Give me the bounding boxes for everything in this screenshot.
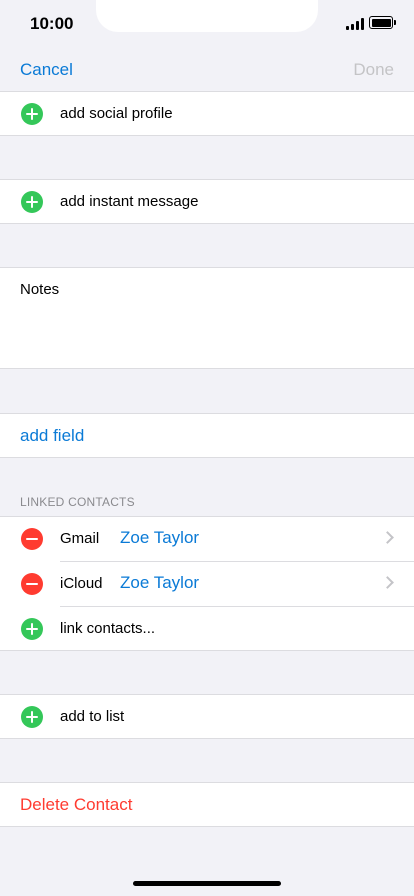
minus-circle-icon[interactable] — [21, 573, 43, 595]
delete-contact-button[interactable]: Delete Contact — [20, 795, 132, 815]
home-indicator[interactable] — [133, 881, 281, 886]
delete-contact-section: Delete Contact — [0, 782, 414, 827]
instant-message-section: add instant message — [0, 179, 414, 224]
plus-circle-icon[interactable] — [21, 706, 43, 728]
add-social-profile-row[interactable]: add social profile — [0, 92, 414, 136]
chevron-right-icon — [381, 531, 394, 544]
link-contacts-row[interactable]: link contacts... — [0, 607, 414, 651]
add-social-profile-label: add social profile — [60, 105, 173, 122]
link-contacts-label: link contacts... — [60, 620, 156, 637]
linked-contacts-section: Gmail Zoe Taylor iCloud Zoe Taylor link … — [0, 516, 414, 651]
add-to-list-section: add to list — [0, 694, 414, 739]
plus-circle-icon[interactable] — [21, 618, 43, 640]
add-field-row[interactable]: add field — [0, 414, 414, 458]
cellular-signal-icon — [346, 17, 365, 30]
linked-contact-name: Zoe Taylor — [120, 528, 200, 547]
social-profile-section: add social profile — [0, 91, 414, 136]
status-bar: 10:00 — [0, 0, 414, 48]
notch — [96, 0, 318, 32]
notes-label: Notes — [20, 281, 60, 298]
status-time: 10:00 — [30, 14, 74, 33]
add-to-list-row[interactable]: add to list — [0, 695, 414, 739]
linked-contacts-header: LINKED CONTACTS — [20, 495, 135, 509]
linked-contact-row-icloud[interactable]: iCloud Zoe Taylor — [0, 562, 414, 606]
notes-section[interactable]: Notes — [0, 267, 414, 369]
navigation-bar: Cancel Done — [0, 48, 414, 92]
plus-circle-icon[interactable] — [21, 191, 43, 213]
plus-circle-icon[interactable] — [21, 103, 43, 125]
add-field-link[interactable]: add field — [20, 426, 84, 446]
minus-circle-icon[interactable] — [21, 528, 43, 550]
done-button[interactable]: Done — [353, 60, 394, 80]
linked-service-label: iCloud — [60, 575, 103, 592]
add-instant-message-row[interactable]: add instant message — [0, 180, 414, 224]
delete-contact-row[interactable]: Delete Contact — [0, 783, 414, 827]
battery-icon — [369, 16, 396, 29]
add-field-section: add field — [0, 413, 414, 458]
add-to-list-label: add to list — [60, 708, 125, 725]
linked-contact-row-gmail[interactable]: Gmail Zoe Taylor — [0, 517, 414, 561]
add-instant-message-label: add instant message — [60, 193, 199, 210]
chevron-right-icon — [381, 576, 394, 589]
linked-contact-name: Zoe Taylor — [120, 573, 200, 592]
linked-service-label: Gmail — [60, 530, 100, 547]
cancel-button[interactable]: Cancel — [20, 60, 73, 80]
